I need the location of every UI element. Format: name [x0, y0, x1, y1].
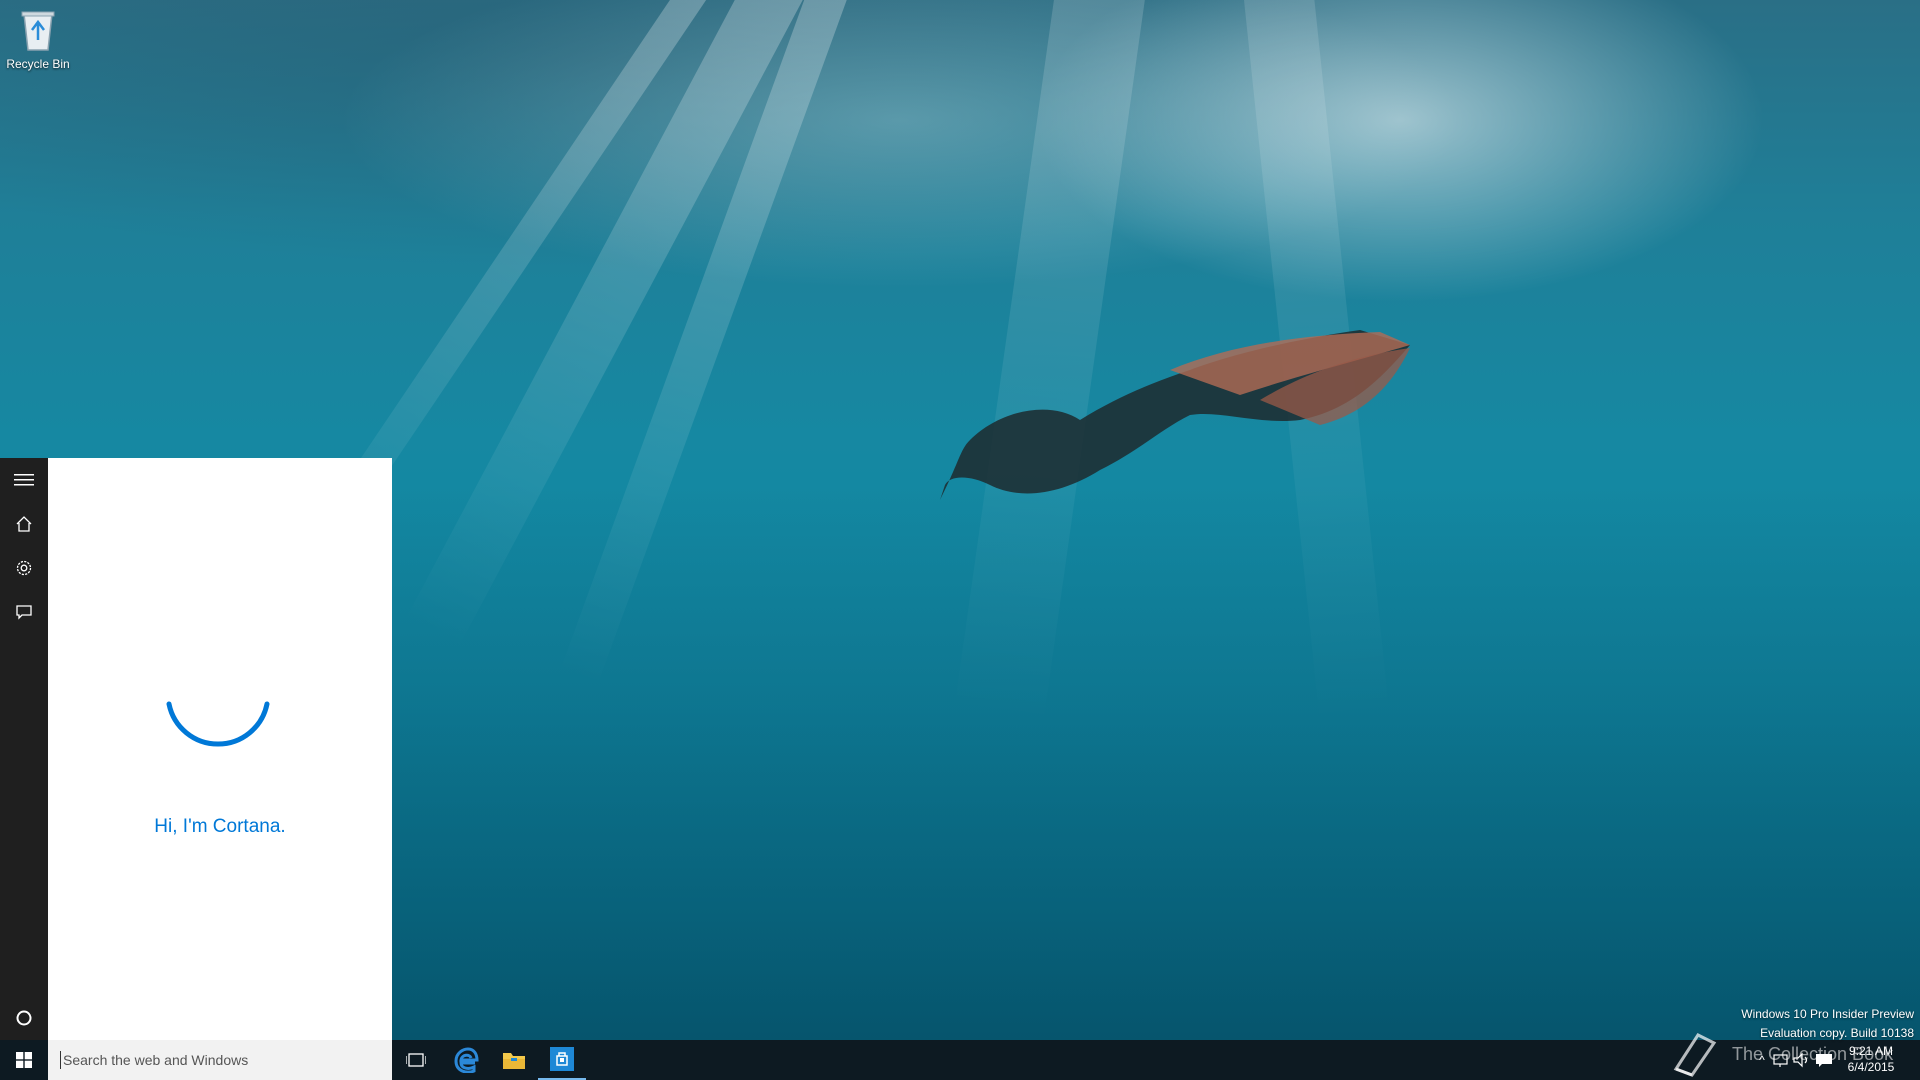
- show-hidden-icons-icon[interactable]: ^: [1752, 1053, 1772, 1067]
- windows-logo-icon: [16, 1052, 32, 1068]
- network-icon[interactable]: [1772, 1052, 1792, 1068]
- watermark-line-1: Windows 10 Pro Insider Preview: [1741, 1007, 1914, 1021]
- edge-icon: [454, 1047, 479, 1073]
- cortana-logo-icon: [166, 701, 270, 747]
- recycle-bin-shortcut[interactable]: Recycle Bin: [4, 6, 72, 71]
- cortana-rail: [0, 458, 48, 1040]
- taskbar-clock[interactable]: 9:21 AM 6/4/2015: [1836, 1043, 1906, 1075]
- cortana-button[interactable]: [0, 996, 48, 1040]
- swimmer-illustration: [940, 330, 1410, 500]
- gear-icon: [16, 560, 32, 576]
- system-tray: ^: [1752, 1040, 1838, 1080]
- folder-icon: [503, 1053, 525, 1069]
- recycle-bin-icon: [21, 11, 55, 51]
- edge-button[interactable]: [442, 1040, 490, 1080]
- home-button[interactable]: [0, 502, 48, 546]
- volume-icon[interactable]: [1792, 1052, 1814, 1068]
- task-view-icon: [406, 1053, 426, 1067]
- clock-time: 9:21 AM: [1848, 1044, 1894, 1058]
- cortana-greeting: Hi, I'm Cortana.: [154, 816, 286, 837]
- task-view-button[interactable]: [392, 1040, 440, 1080]
- store-icon: [550, 1047, 574, 1071]
- feedback-icon: [16, 605, 32, 620]
- clock-date: 6/4/2015: [1847, 1060, 1895, 1074]
- start-button[interactable]: [0, 1040, 48, 1080]
- settings-button[interactable]: [0, 546, 48, 590]
- feedback-button[interactable]: [0, 590, 48, 634]
- cortana-panel: Hi, I'm Cortana.: [48, 458, 392, 1040]
- hamburger-icon: [14, 474, 34, 486]
- search-input[interactable]: [60, 1051, 385, 1069]
- taskbar-search[interactable]: [48, 1040, 392, 1080]
- action-center-icon[interactable]: [1814, 1052, 1834, 1068]
- home-icon: [16, 516, 32, 532]
- recycle-bin-label: Recycle Bin: [6, 57, 70, 71]
- file-explorer-button[interactable]: [490, 1040, 538, 1080]
- book-icon: [1673, 1033, 1717, 1077]
- store-button[interactable]: [538, 1040, 586, 1080]
- cortana-circle-icon: [16, 1010, 32, 1026]
- hamburger-button[interactable]: [0, 458, 48, 502]
